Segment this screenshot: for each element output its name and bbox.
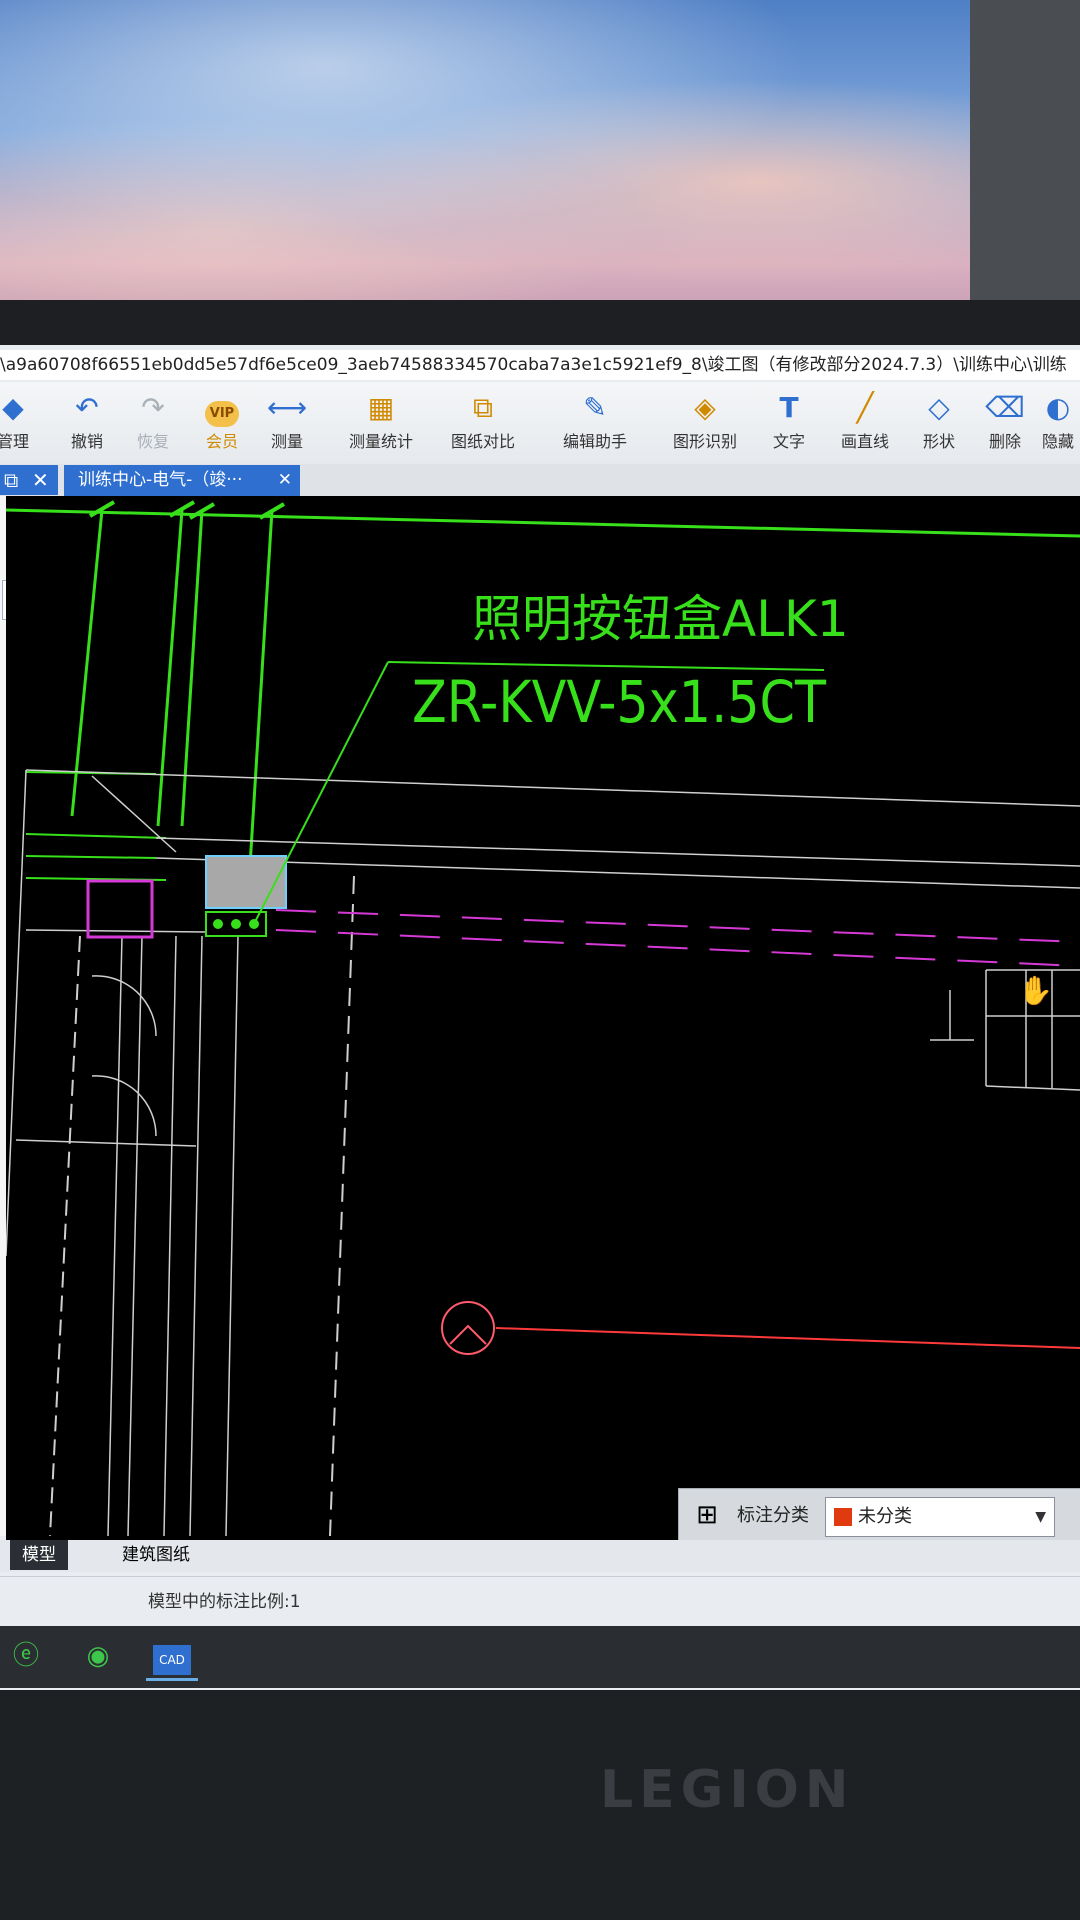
cad-magenta-conduit <box>275 909 1080 943</box>
cad-fixture-symbol <box>449 1324 487 1345</box>
browser-icon[interactable]: ⓔ <box>0 1634 52 1678</box>
cad-conduit-line <box>70 509 104 817</box>
close-tab-icon[interactable]: ✕ <box>278 465 292 496</box>
hide-icon: ◐ <box>1045 391 1071 424</box>
shape-icon: ◇ <box>928 391 950 424</box>
panel-tab[interactable]: ⧉ ✕ <box>0 465 58 495</box>
layers-icon: ◆ <box>2 391 24 424</box>
ruler-icon: ⟷ <box>266 391 308 424</box>
hide-button[interactable]: ◐ 隐藏 <box>1036 388 1080 452</box>
tab-document[interactable]: 训练中心-电气-（竣··· ✕ <box>64 465 300 496</box>
cad-wall-lines <box>6 769 1080 1537</box>
background-monitor-wallpaper <box>0 0 1080 330</box>
wechat-icon[interactable]: ◉ <box>72 1634 124 1678</box>
redo-icon: ↷ <box>141 391 165 424</box>
hand-cursor-icon: ✋ <box>1018 974 1053 1007</box>
measure-button[interactable]: ⟷ 测量 <box>252 388 322 452</box>
cad-drawing: 照明按钮盒ALK1 ZR-KVV-5x1.5CT ✋ <box>6 500 1080 1537</box>
cad-boundary-line <box>6 508 1080 538</box>
cad-conduit-line <box>248 509 274 867</box>
measure-stats-button[interactable]: ▦ 测量统计 <box>336 388 426 452</box>
cad-red-circuit <box>495 1327 1080 1349</box>
window-title: \a9a60708f66551eb0dd5e57df6e5ce09_3aeb74… <box>0 350 1080 380</box>
shape-button[interactable]: ◇ 形状 <box>904 388 974 452</box>
cad-leader-line <box>255 661 389 921</box>
laptop-brand-logo: LEGION <box>600 1760 855 1820</box>
laptop-bezel <box>0 1690 1080 1920</box>
annotation-category-bar: ⊞ 标注分类 未分类 ▼ <box>678 1488 1080 1546</box>
toolbar: ◆ 管理 ↶ 撤销 ↷ 恢复 VIP 会员 ⟷ 测量 ▦ 测量统计 ⧉ 图纸对比… <box>0 382 1080 465</box>
delete-button[interactable]: ⌫ 删除 <box>970 388 1040 452</box>
cad-terminal-dot <box>249 919 259 929</box>
cad-fixture-symbol <box>441 1301 495 1355</box>
vip-button[interactable]: VIP 会员 <box>187 388 257 452</box>
cad-dashed-wall <box>329 875 355 1537</box>
undo-icon: ↶ <box>75 391 99 424</box>
text-icon: T <box>779 391 799 424</box>
layout-tabs: 模型 建筑图纸 <box>0 1540 1080 1572</box>
shape-recognize-button[interactable]: ◈ 图形识别 <box>660 388 750 452</box>
manage-button[interactable]: ◆ 管理 <box>0 388 48 452</box>
cad-terminal-dot <box>231 919 241 929</box>
edit-assistant-icon: ✎ <box>583 391 607 424</box>
cad-magenta-conduit <box>275 929 1080 967</box>
cad-terminal-dot <box>213 919 223 929</box>
cad-dashed-wall <box>49 935 81 1537</box>
chevron-down-icon: ▼ <box>1035 1509 1046 1525</box>
undo-button[interactable]: ↶ 撤销 <box>52 388 122 452</box>
vip-icon: VIP <box>187 388 257 428</box>
eraser-icon: ⌫ <box>985 391 1025 424</box>
cad-app-icon[interactable]: CAD <box>146 1634 198 1681</box>
compare-icon: ⧉ <box>473 391 493 424</box>
compare-button[interactable]: ⧉ 图纸对比 <box>438 388 528 452</box>
background-monitor-frame <box>970 0 1080 340</box>
cad-green-runs <box>25 771 167 881</box>
tab-building-drawing[interactable]: 建筑图纸 <box>110 1540 202 1570</box>
cad-conduit-line <box>156 509 184 827</box>
redo-button[interactable]: ↷ 恢复 <box>118 388 188 452</box>
taskbar: ⓔ ◉ CAD <box>0 1626 1080 1688</box>
grid-icon[interactable]: ⊞ <box>689 1497 725 1533</box>
edit-assistant-button[interactable]: ✎ 编辑助手 <box>550 388 640 452</box>
cad-conduit-line <box>180 509 204 827</box>
category-color-swatch <box>834 1508 852 1526</box>
cad-magenta-box <box>86 879 154 939</box>
close-panel-icon[interactable]: ✕ <box>32 465 49 495</box>
status-text: 模型中的标注比例:1 <box>148 1592 301 1612</box>
status-bar: 模型中的标注比例:1 <box>0 1576 1080 1627</box>
line-icon: ╱ <box>856 391 874 424</box>
tab-model[interactable]: 模型 <box>10 1540 68 1570</box>
drawing-canvas[interactable]: 照明按钮盒ALK1 ZR-KVV-5x1.5CT ✋ <box>6 496 1080 1556</box>
shape-recognize-icon: ◈ <box>694 391 716 424</box>
cad-button-box-selected <box>205 855 287 909</box>
cad-annotation-title: 照明按钮盒ALK1 <box>472 590 849 648</box>
cad-annotation-spec: ZR-KVV-5x1.5CT <box>412 668 826 736</box>
text-button[interactable]: T 文字 <box>754 388 824 452</box>
restore-icon[interactable]: ⧉ <box>4 465 18 495</box>
draw-line-button[interactable]: ╱ 画直线 <box>830 388 900 452</box>
annotation-category-select[interactable]: 未分类 ▼ <box>825 1497 1055 1537</box>
measure-stats-icon: ▦ <box>367 391 395 424</box>
